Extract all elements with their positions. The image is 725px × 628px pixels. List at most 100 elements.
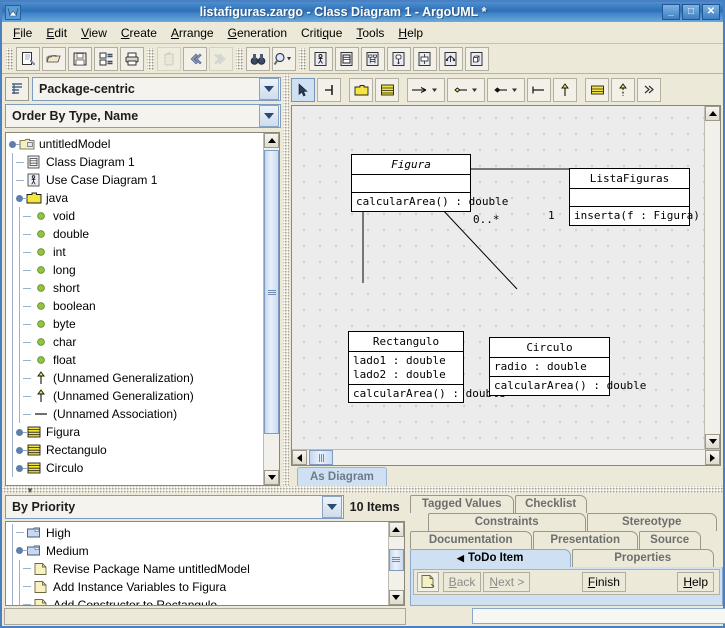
tab-stereotype[interactable]: Stereotype	[586, 512, 717, 531]
scroll-thumb[interactable]	[264, 150, 279, 434]
new-aggregation-tool[interactable]	[447, 78, 485, 102]
menu-view[interactable]: View	[74, 24, 114, 42]
todo-tree-scrollbar[interactable]	[387, 521, 404, 606]
tab-constraints[interactable]: Constraints	[427, 512, 586, 531]
chevron-down-icon[interactable]	[259, 105, 279, 127]
new-generalization-tool[interactable]	[553, 78, 577, 102]
uml-class-rectangulo[interactable]: Rectangulo lado1 : double lado2 : double ca…	[348, 331, 505, 404]
menu-tools[interactable]: Tools	[349, 24, 391, 42]
new-deployment-diagram-icon[interactable]	[465, 46, 489, 71]
navigate-forward-icon[interactable]	[209, 46, 233, 71]
tree-expand-handle[interactable]	[13, 428, 28, 436]
tree-expand-handle[interactable]	[13, 464, 28, 472]
close-button[interactable]: ✕	[702, 4, 720, 20]
print-icon[interactable]	[120, 46, 144, 71]
tab-presentation[interactable]: Presentation	[532, 530, 638, 549]
canvas-scroll-left[interactable]	[292, 450, 307, 465]
tree-row[interactable]: Use Case Diagram 1	[6, 171, 263, 189]
tree-expand-handle[interactable]	[13, 446, 28, 454]
todo-scroll-thumb[interactable]	[388, 548, 404, 571]
diagram-canvas[interactable]: Figura calcularArea() : double ListaFigur…	[292, 106, 704, 449]
new-state-diagram-icon[interactable]	[387, 46, 411, 71]
tree-row[interactable]: Add Constructor to Rectangulo	[6, 595, 388, 606]
wizard-help-button[interactable]: Help	[677, 571, 714, 592]
new-sequence-diagram-icon[interactable]	[361, 46, 385, 71]
todo-ordering-combo[interactable]: By Priority	[5, 494, 344, 519]
todo-wizard-icon[interactable]	[416, 571, 439, 592]
tree-collapse-handle[interactable]	[13, 547, 28, 555]
chevron-down-icon[interactable]	[259, 78, 279, 100]
tab-documentation[interactable]: Documentation	[409, 530, 532, 549]
menu-file[interactable]: File	[6, 24, 39, 42]
tree-row[interactable]: void	[6, 207, 263, 225]
todo-scroll-up[interactable]	[388, 521, 404, 537]
canvas-hscroll-track[interactable]	[307, 450, 705, 465]
canvas-scroll-down[interactable]	[705, 434, 720, 449]
new-composition-tool[interactable]	[487, 78, 525, 102]
ordering-combo[interactable]: Order By Type, Name	[5, 104, 281, 128]
select-tool[interactable]	[291, 78, 315, 102]
menu-help[interactable]: Help	[391, 24, 430, 42]
new-collaboration-diagram-icon[interactable]	[413, 46, 437, 71]
wizard-finish-button[interactable]: Finish	[581, 571, 626, 592]
toolbar-grip-2[interactable]	[147, 47, 154, 70]
canvas-vertical-scrollbar[interactable]	[704, 106, 720, 449]
menu-arrange[interactable]: Arrange	[164, 24, 221, 42]
tree-row[interactable]: char	[6, 333, 263, 351]
chevron-double-right-icon[interactable]	[637, 78, 661, 102]
tree-row[interactable]: (Unnamed Generalization)	[6, 369, 263, 387]
tree-row[interactable]: Medium	[6, 541, 388, 560]
delete-icon[interactable]	[157, 46, 181, 71]
toolbar-grip-3[interactable]	[236, 47, 243, 70]
save-icon[interactable]	[68, 46, 92, 71]
open-icon[interactable]	[42, 46, 66, 71]
toolbar-grip[interactable]	[6, 47, 13, 70]
broom-tool[interactable]	[317, 78, 341, 102]
tree-row[interactable]: java	[6, 189, 263, 207]
perspective-config-icon[interactable]	[5, 77, 29, 101]
horizontal-splitter[interactable]: ▼	[2, 486, 723, 495]
tree-row[interactable]: (Unnamed Association)	[6, 405, 263, 423]
canvas-hscroll-thumb[interactable]	[309, 450, 333, 465]
tab-todo-item[interactable]: ◀ ToDo Item	[409, 548, 571, 567]
model-tree[interactable]: untitledModel Class Diagram 1 Use Case Dia…	[6, 133, 263, 485]
new-icon[interactable]	[16, 46, 40, 71]
maximize-button[interactable]: □	[682, 4, 700, 20]
uml-class-circulo[interactable]: Circulo radio : double calcularArea() : do…	[489, 337, 646, 396]
menu-generation[interactable]: Generation	[221, 24, 294, 42]
tree-row[interactable]: Figura	[6, 423, 263, 441]
tree-row[interactable]: float	[6, 351, 263, 369]
new-class-tool[interactable]	[375, 78, 399, 102]
menu-create[interactable]: Create	[114, 24, 164, 42]
tree-row[interactable]: Circulo	[6, 459, 263, 477]
canvas-scroll-right[interactable]	[705, 450, 720, 465]
tree-row[interactable]: long	[6, 261, 263, 279]
new-class-diagram-icon[interactable]	[335, 46, 359, 71]
todo-scroll-track[interactable]	[388, 536, 404, 591]
uml-class-figura[interactable]: Figura calcularArea() : double	[351, 154, 508, 212]
tree-row[interactable]: short	[6, 279, 263, 297]
scroll-down-button[interactable]	[264, 470, 279, 485]
find-icon[interactable]	[246, 46, 270, 71]
canvas-scroll-up[interactable]	[705, 106, 720, 121]
new-association-tool[interactable]	[407, 78, 445, 102]
tab-scroll-left-icon[interactable]: ◀	[457, 553, 464, 564]
tree-row[interactable]: Revise Package Name untitledModel	[6, 559, 388, 578]
properties-icon[interactable]	[94, 46, 118, 71]
wizard-next-button[interactable]: Next >	[483, 571, 531, 592]
tree-row[interactable]: boolean	[6, 297, 263, 315]
tab-source[interactable]: Source	[638, 530, 701, 549]
tab-tagged-values[interactable]: Tagged Values	[409, 494, 514, 513]
wizard-back-button[interactable]: Back	[442, 571, 482, 592]
todo-scroll-down[interactable]	[388, 590, 404, 606]
splitter-collapse-icon[interactable]: ▼	[26, 487, 34, 495]
tree-row[interactable]: untitledModel	[6, 135, 263, 153]
new-usecase-diagram-icon[interactable]	[309, 46, 333, 71]
zoom-icon[interactable]	[272, 46, 296, 71]
chevron-down-icon[interactable]	[321, 495, 342, 518]
canvas-horizontal-scrollbar[interactable]	[292, 449, 720, 465]
menu-critique[interactable]: Critique	[294, 24, 349, 42]
new-interface-tool[interactable]	[585, 78, 609, 102]
scroll-track[interactable]	[264, 148, 279, 470]
tree-collapse-handle[interactable]	[13, 194, 28, 202]
